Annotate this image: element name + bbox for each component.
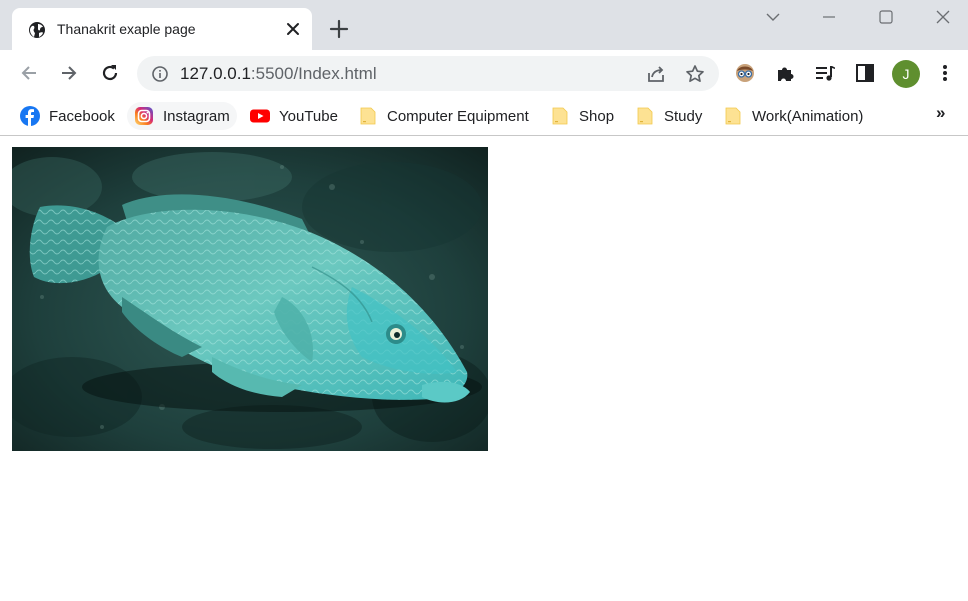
- url-text[interactable]: 127.0.0.1:5500/Index.html: [180, 64, 377, 84]
- youtube-icon: [250, 109, 270, 123]
- instagram-icon: [135, 107, 153, 125]
- fish-image: [12, 147, 488, 451]
- bookmark-label: Study: [664, 107, 703, 125]
- media-playlist-icon[interactable]: [814, 62, 836, 84]
- bookmark-youtube[interactable]: YouTube: [250, 102, 338, 130]
- bookmark-label: Shop: [579, 107, 615, 125]
- reload-icon[interactable]: [99, 62, 121, 84]
- active-tab[interactable]: Thanakrit exaple page: [12, 8, 312, 50]
- bookmark-folder-study[interactable]: Study: [635, 102, 702, 130]
- bookmark-facebook[interactable]: Facebook: [20, 102, 115, 130]
- toolbar: 127.0.0.1:5500/Index.html J: [0, 50, 968, 97]
- site-info-icon[interactable]: [151, 65, 169, 83]
- bookmark-label: YouTube: [279, 107, 338, 125]
- share-icon[interactable]: [645, 63, 667, 85]
- page-content: [0, 137, 968, 601]
- url-path: :5500/Index.html: [250, 64, 377, 83]
- bookmark-folder-work-animation[interactable]: Work(Animation): [723, 102, 863, 130]
- forward-icon[interactable]: [58, 62, 80, 84]
- profile-avatar[interactable]: J: [892, 60, 920, 88]
- globe-icon: [29, 22, 45, 38]
- bookmark-label: Computer Equipment: [387, 107, 529, 125]
- new-tab-icon[interactable]: [328, 18, 350, 40]
- maximize-icon[interactable]: [875, 6, 897, 28]
- facebook-icon: [20, 106, 40, 126]
- bookmark-instagram[interactable]: Instagram: [127, 102, 237, 130]
- folder-icon: [637, 107, 653, 125]
- side-panel-icon[interactable]: [854, 62, 876, 84]
- bookmark-label: Facebook: [49, 107, 115, 125]
- address-bar[interactable]: 127.0.0.1:5500/Index.html: [137, 56, 719, 91]
- close-window-icon[interactable]: [932, 6, 954, 28]
- bookmark-label: Work(Animation): [752, 107, 864, 125]
- bookmark-folder-shop[interactable]: Shop: [550, 102, 614, 130]
- more-menu-icon[interactable]: [934, 62, 956, 84]
- extensions-puzzle-icon[interactable]: [774, 62, 796, 84]
- bookmark-folder-computer-equipment[interactable]: Computer Equipment: [358, 102, 529, 130]
- bookmark-label: Instagram: [163, 107, 230, 125]
- bookmarks-bar: Facebook Instagram YouTube Computer Equi…: [0, 97, 968, 136]
- url-host: 127.0.0.1: [180, 64, 251, 83]
- folder-icon: [725, 107, 741, 125]
- minimize-icon[interactable]: [818, 6, 840, 28]
- back-icon[interactable]: [18, 62, 40, 84]
- folder-icon: [552, 107, 568, 125]
- close-tab-icon[interactable]: [284, 20, 302, 38]
- folder-icon: [360, 107, 376, 125]
- extension-face-icon[interactable]: [734, 62, 756, 84]
- tab-title: Thanakrit exaple page: [57, 21, 196, 37]
- tab-search-icon[interactable]: [762, 6, 784, 28]
- bookmarks-overflow-button[interactable]: »: [936, 103, 945, 123]
- bookmark-star-icon[interactable]: [684, 63, 706, 85]
- title-bar: Thanakrit exaple page: [0, 0, 968, 50]
